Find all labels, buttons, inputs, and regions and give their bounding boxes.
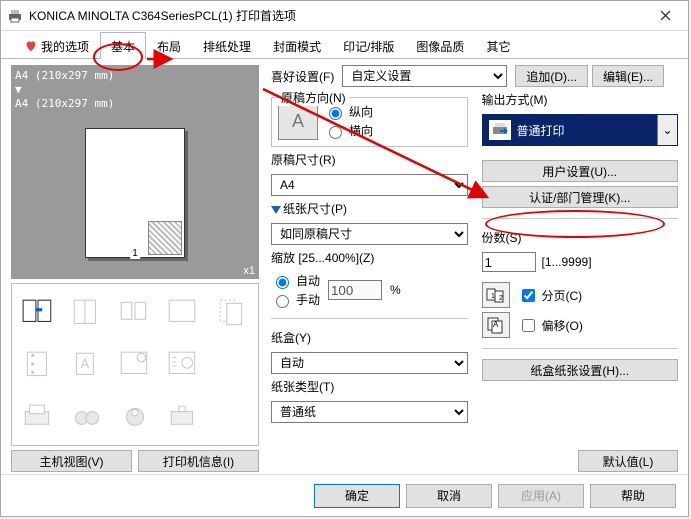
collate-checkbox[interactable]: 分页(C): [518, 286, 583, 305]
offset-checkbox[interactable]: 偏移(O): [518, 316, 583, 335]
output-method-value: 普通打印: [517, 122, 565, 139]
svg-text:A: A: [80, 357, 89, 372]
feature-icon[interactable]: [21, 297, 55, 327]
tab-stamp[interactable]: 印记/排版: [332, 32, 405, 59]
tab-other[interactable]: 其它: [475, 32, 521, 59]
zoom-label: 缩放 [25...400%](Z): [271, 249, 468, 266]
zoom-auto-radio[interactable]: 自动: [271, 272, 320, 289]
tray-paper-setting-button[interactable]: 纸盒纸张设置(H)...: [482, 359, 679, 381]
output-method-label: 输出方式(M): [482, 91, 679, 108]
preview-page-thumb: 1: [85, 128, 185, 258]
chevron-down-icon: ⌄: [657, 115, 677, 145]
zoom-pct-label: %: [390, 283, 401, 297]
collate-icon: 12: [482, 282, 510, 308]
zoom-value-input[interactable]: [328, 280, 382, 300]
feature-icon[interactable]: [21, 349, 55, 379]
output-method-select[interactable]: 普通打印 ⌄: [482, 114, 679, 146]
tab-paper-handling[interactable]: 排纸处理: [192, 32, 262, 59]
heart-icon: [24, 39, 38, 53]
orig-size-label: 原稿尺寸(R): [271, 151, 468, 168]
feature-icon[interactable]: [166, 402, 200, 432]
preview-panel: A4 (210x297 mm) ▼ A4 (210x297 mm) 1 x1: [11, 65, 259, 472]
landscape-radio[interactable]: 横向: [324, 122, 373, 139]
orientation-label: 原稿方向(N): [278, 89, 349, 106]
preview-arrow-icon: ▼: [15, 83, 255, 97]
preview-page-number: 1: [130, 248, 140, 259]
favorites-select[interactable]: 自定义设置: [342, 65, 507, 87]
auth-dept-button[interactable]: 认证/部门管理(K)...: [482, 186, 679, 208]
tab-label: 布局: [157, 40, 181, 54]
feature-icon[interactable]: [166, 349, 200, 379]
tab-label: 基本: [111, 40, 135, 54]
printer-small-icon: [489, 120, 511, 140]
feature-icon[interactable]: [118, 297, 152, 327]
tab-cover-mode[interactable]: 封面模式: [262, 32, 332, 59]
tab-label: 我的选项: [41, 40, 89, 54]
feature-icon[interactable]: [118, 349, 152, 379]
dialog-footer: 确定 取消 应用(A) 帮助: [1, 474, 688, 516]
preview-size-in: A4 (210x297 mm): [15, 97, 255, 111]
printer-icon: [7, 8, 23, 24]
svg-text:A: A: [493, 320, 499, 329]
orientation-thumb: A: [278, 102, 318, 140]
tab-basic[interactable]: 基本: [100, 32, 146, 59]
favorites-label: 喜好设置(F): [271, 68, 334, 85]
copies-input[interactable]: [482, 252, 536, 272]
tab-label: 排纸处理: [203, 40, 251, 54]
zoom-manual-radio[interactable]: 手动: [271, 291, 320, 308]
favorites-add-button[interactable]: 追加(D)...: [515, 65, 588, 87]
help-button[interactable]: 帮助: [590, 484, 676, 508]
preview-size-out: A4 (210x297 mm): [15, 69, 255, 83]
feature-thumb-grid: A: [11, 283, 259, 446]
printer-info-button[interactable]: 打印机信息(I): [138, 450, 259, 472]
offset-icon: A: [482, 312, 510, 338]
user-settings-button[interactable]: 用户设置(U)...: [482, 160, 679, 182]
tray-label: 纸盒(Y): [271, 329, 468, 346]
tab-bar: 我的选项 基本 布局 排纸处理 封面模式 印记/排版 图像品质 其它: [1, 31, 688, 59]
feature-icon[interactable]: [70, 402, 104, 432]
tab-layout[interactable]: 布局: [146, 32, 192, 59]
feature-icon[interactable]: [21, 402, 55, 432]
feature-icon[interactable]: [215, 297, 249, 327]
paper-type-select[interactable]: 普通纸: [271, 401, 468, 423]
orig-size-select[interactable]: A4: [271, 174, 468, 196]
svg-text:2: 2: [499, 295, 503, 302]
orientation-group: 原稿方向(N) A 纵向 横向: [271, 97, 468, 147]
feature-icon[interactable]: [166, 297, 200, 327]
paper-size-label: 纸张尺寸(P): [283, 202, 347, 216]
tab-label: 图像品质: [416, 40, 464, 54]
svg-text:1: 1: [491, 293, 495, 300]
close-icon: [660, 10, 671, 21]
host-view-button[interactable]: 主机视图(V): [11, 450, 132, 472]
tab-label: 其它: [486, 40, 510, 54]
favorites-edit-button[interactable]: 编辑(E)...: [592, 65, 664, 87]
tab-my-options[interactable]: 我的选项: [13, 32, 100, 59]
default-values-button[interactable]: 默认值(L): [578, 450, 678, 472]
paper-size-select[interactable]: 如同原稿尺寸: [271, 223, 468, 245]
preview-multiplier: x1: [243, 265, 255, 277]
apply-button[interactable]: 应用(A): [498, 484, 584, 508]
tab-quality[interactable]: 图像品质: [405, 32, 475, 59]
down-arrow-icon: [271, 206, 281, 214]
titlebar: KONICA MINOLTA C364SeriesPCL(1) 打印首选项: [1, 1, 688, 31]
cancel-button[interactable]: 取消: [406, 484, 492, 508]
copies-range: [1...9999]: [542, 255, 592, 269]
feature-icon[interactable]: [118, 402, 152, 432]
copies-label: 份数(S): [482, 229, 679, 246]
close-button[interactable]: [642, 1, 688, 30]
paper-type-label: 纸张类型(T): [271, 378, 468, 395]
tab-label: 封面模式: [273, 40, 321, 54]
tray-select[interactable]: 自动: [271, 352, 468, 374]
preview-area: A4 (210x297 mm) ▼ A4 (210x297 mm) 1 x1: [11, 65, 259, 279]
window-title: KONICA MINOLTA C364SeriesPCL(1) 打印首选项: [29, 7, 642, 24]
ok-button[interactable]: 确定: [314, 484, 400, 508]
tab-label: 印记/排版: [343, 40, 394, 54]
feature-icon[interactable]: A: [70, 349, 104, 379]
feature-icon[interactable]: [70, 297, 104, 327]
